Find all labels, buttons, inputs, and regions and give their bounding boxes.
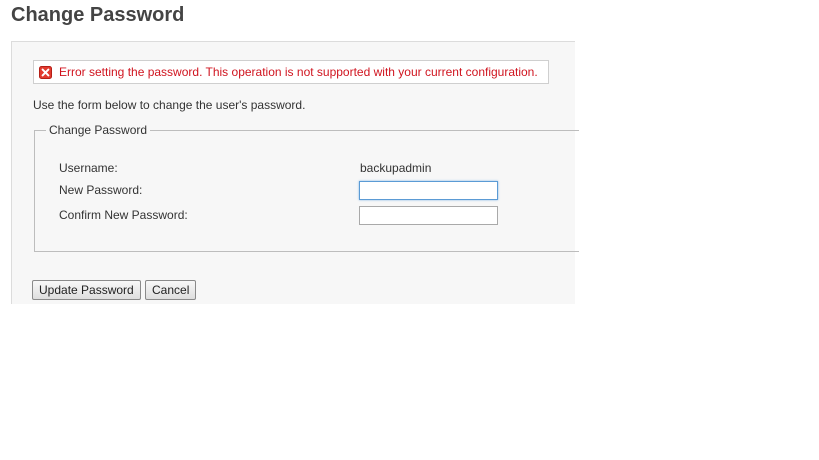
error-message-box: Error setting the password. This operati…	[33, 60, 549, 84]
fieldset-legend: Change Password	[46, 123, 151, 137]
new-password-input[interactable]	[359, 181, 498, 200]
cancel-button[interactable]: Cancel	[145, 280, 197, 300]
change-password-fieldset: Change Password Username: backupadmin Ne…	[34, 123, 579, 252]
new-password-label: New Password:	[59, 183, 143, 197]
update-password-button[interactable]: Update Password	[32, 280, 141, 300]
change-password-panel: Error setting the password. This operati…	[11, 41, 579, 304]
username-label: Username:	[59, 161, 118, 175]
page-title: Change Password	[11, 4, 185, 26]
instructions-text: Use the form below to change the user's …	[33, 98, 306, 112]
confirm-password-input[interactable]	[359, 206, 498, 225]
confirm-password-label: Confirm New Password:	[59, 208, 188, 222]
error-message-text: Error setting the password. This operati…	[59, 65, 538, 79]
error-icon	[39, 65, 52, 79]
username-value: backupadmin	[360, 161, 432, 175]
